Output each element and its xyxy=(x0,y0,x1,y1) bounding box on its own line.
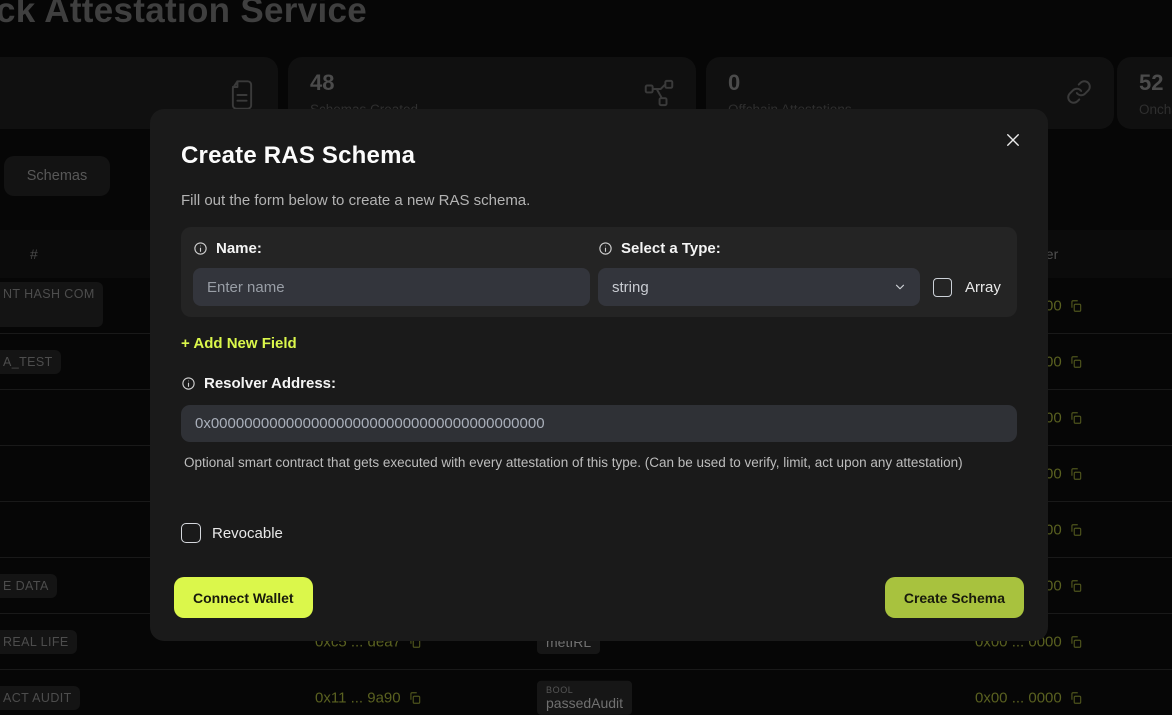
chevron-down-icon xyxy=(893,280,907,294)
schema-uid: 0x11 ... 9a90 xyxy=(315,689,422,706)
tab-schemas[interactable]: Schemas xyxy=(4,156,110,196)
array-label: Array xyxy=(965,279,1001,296)
array-checkbox[interactable] xyxy=(933,278,952,297)
schema-name-badge: E DATA xyxy=(0,574,57,598)
modal-subtitle: Fill out the form below to create a new … xyxy=(181,192,530,209)
copy-icon[interactable] xyxy=(408,690,422,705)
resolver-address-input[interactable] xyxy=(181,405,1017,442)
info-icon xyxy=(181,376,196,391)
create-schema-button[interactable]: Create Schema xyxy=(885,577,1024,618)
stat-value: 48 xyxy=(310,70,334,96)
copy-icon[interactable] xyxy=(1069,522,1083,537)
connect-wallet-button[interactable]: Connect Wallet xyxy=(174,577,313,618)
copy-icon[interactable] xyxy=(1069,466,1083,481)
link-icon xyxy=(1066,79,1092,110)
modal-title: Create RAS Schema xyxy=(181,142,415,170)
type-select[interactable]: string xyxy=(598,268,920,306)
tab-label: Schemas xyxy=(27,168,87,184)
type-label: Select a Type: xyxy=(598,240,721,257)
schema-name-badge: ACT AUDIT xyxy=(0,686,80,710)
revocable-label: Revocable xyxy=(212,525,283,542)
close-icon[interactable] xyxy=(1002,129,1024,151)
info-icon xyxy=(193,241,208,256)
copy-icon[interactable] xyxy=(1069,298,1083,313)
stat-label: Onchain Attestations xyxy=(1139,102,1172,117)
network-icon xyxy=(644,79,674,112)
resolver-address: 0x00 ... 0000 xyxy=(975,689,1083,706)
schema-field-type: BOOL xyxy=(546,684,623,694)
info-icon xyxy=(598,241,613,256)
schema-field-name: passedAudit xyxy=(546,695,623,711)
type-select-value: string xyxy=(612,279,649,296)
schema-field-badge: BOOL passedAudit xyxy=(537,680,632,714)
table-row: ACT AUDIT 0x11 ... 9a90 BOOL passedAudit… xyxy=(0,670,1172,715)
stat-value: 52 xyxy=(1139,70,1163,96)
column-header-number: # xyxy=(30,246,38,262)
stat-card: 52 Onchain Attestations xyxy=(1117,57,1172,129)
name-input[interactable] xyxy=(193,268,590,306)
copy-icon[interactable] xyxy=(1069,354,1083,369)
add-new-field-button[interactable]: + Add New Field xyxy=(181,335,297,352)
name-label: Name: xyxy=(193,240,262,257)
stat-value: 0 xyxy=(728,70,740,96)
page-title: ck Attestation Service xyxy=(0,0,367,31)
revocable-checkbox[interactable] xyxy=(181,523,201,543)
copy-icon[interactable] xyxy=(1069,634,1083,649)
schema-name-badge: A_TEST xyxy=(0,350,61,374)
copy-icon[interactable] xyxy=(1069,690,1083,705)
copy-icon[interactable] xyxy=(1069,578,1083,593)
schema-name-badge: NT HASH COM xyxy=(0,282,103,327)
field-row-card: Name: Select a Type: string xyxy=(181,227,1017,317)
copy-icon[interactable] xyxy=(1069,410,1083,425)
resolver-label: Resolver Address: xyxy=(181,375,336,392)
create-schema-modal: Create RAS Schema Fill out the form belo… xyxy=(150,109,1048,641)
schema-name-badge: REAL LIFE xyxy=(0,630,77,654)
resolver-help-text: Optional smart contract that gets execut… xyxy=(184,453,979,473)
